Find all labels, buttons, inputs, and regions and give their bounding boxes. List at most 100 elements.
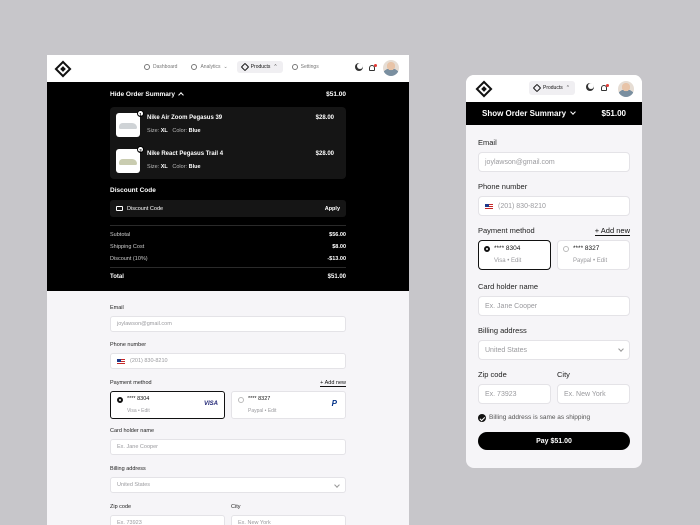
add-new-link[interactable]: + Add new [320,380,346,387]
top-nav: Dashboard Analytics ⌄ Products ⌃ Settings [47,55,409,82]
city-label: City [231,504,241,510]
billing-same-checkbox[interactable] [478,414,486,422]
zip-field[interactable]: Ex. 73923 [478,384,551,404]
order-summary-total: $51.00 [326,91,346,98]
card-number: **** 8304 [494,245,521,252]
avatar[interactable] [383,60,399,76]
chevron-down-icon [570,109,576,115]
paypal-logo-icon: P [331,399,337,408]
payment-label: Payment method [110,380,152,386]
card-sub: Visa • Edit [127,408,150,414]
radio-selected[interactable] [484,246,490,252]
chevron-up-icon: ⌃ [565,85,570,91]
logo-icon[interactable] [54,60,72,77]
card-sub: Visa • Edit [494,258,522,264]
nav-label: Analytics [200,64,221,70]
chevron-up-icon: ⌃ [273,64,278,70]
discount-placeholder: Discount Code [127,205,164,212]
billing-select[interactable]: United States [110,477,346,493]
pay-button[interactable]: Pay $51.00 [478,432,630,450]
add-new-link[interactable]: + Add new [594,226,630,236]
logo-icon[interactable] [475,80,493,98]
dashboard-icon [144,64,150,70]
payment-card-paypal[interactable]: **** 8327 Paypal • Edit [557,240,630,270]
card-holder-field[interactable]: Ex. Jane Cooper [110,439,346,455]
discount-code-input[interactable]: Discount Code Apply [110,200,346,217]
email-label: Email [110,305,124,311]
phone-field[interactable]: (201) 830-8210 [478,196,630,216]
cart-item: 2 Nike React Pegasus Trail 4 Size: XL Co… [116,146,340,175]
email-field[interactable]: joylawson@gmail.com [110,316,346,332]
holder-label: Card holder name [110,428,155,434]
order-summary-bar[interactable]: Show Order Summary $51.00 [466,102,642,125]
nav-item-products[interactable]: Products ⌃ [236,61,283,73]
billing-select[interactable]: United States [478,340,630,360]
radio-unselected[interactable] [563,246,569,252]
nav-item-products[interactable]: Products ⌃ [529,81,575,95]
card-number: **** 8327 [248,396,271,402]
radio-unselected[interactable] [238,397,244,403]
order-summary-toggle[interactable]: Show Order Summary [482,109,566,118]
phone-label: Phone number [478,182,528,191]
payment-card-visa[interactable]: **** 8304 Visa • Edit [478,240,551,270]
phone-field[interactable]: (201) 830-8210 [110,353,346,369]
billing-label: Billing address [110,466,146,472]
phone-label: Phone number [110,342,147,348]
product-name: Nike React Pegasus Trail 4 [147,151,224,157]
payment-card-paypal[interactable]: **** 8327 Paypal • Edit P [231,391,346,419]
chevron-down-icon: ⌄ [223,64,228,70]
cart-item: 1 Nike Air Zoom Pegasus 39 Size: XL Colo… [116,110,340,139]
email-label: Email [478,138,497,147]
product-name: Nike Air Zoom Pegasus 39 [147,115,223,121]
city-field[interactable]: Ex. New York [231,515,346,525]
desktop-checkout-frame: Dashboard Analytics ⌄ Products ⌃ Settings … [47,55,409,525]
chevron-down-icon [618,346,624,352]
divider [110,267,346,268]
summary-row: Shipping Cost $8.00 [110,244,346,250]
nav-item-analytics[interactable]: Analytics ⌄ [186,61,232,73]
nav-item-settings[interactable]: Settings [287,61,324,73]
card-holder-field[interactable]: Ex. Jane Cooper [478,296,630,316]
order-summary-header[interactable]: Hide Order Summary $51.00 [110,91,346,98]
moon-icon[interactable] [588,83,594,89]
order-summary-panel: Hide Order Summary $51.00 1 Nike Air Zoo… [47,82,409,291]
ticket-icon [116,205,123,211]
discount-title: Discount Code [110,187,156,194]
zip-field[interactable]: Ex. 73923 [110,515,225,525]
card-number: **** 8327 [573,245,600,252]
avatar[interactable] [618,81,634,97]
apply-button[interactable]: Apply [325,206,340,212]
billing-same-label: Billing address is same as shipping [489,414,591,421]
zip-label: Zip code [110,504,132,510]
city-field[interactable]: Ex. New York [557,384,630,404]
summary-row: Subtotal $56.00 [110,232,346,238]
product-meta: Size: XL Color: Blue [147,164,201,170]
chevron-up-icon [178,92,184,98]
radio-selected[interactable] [117,397,123,403]
summary-row: Discount (10%) -$13.00 [110,256,346,262]
product-image [116,149,140,173]
visa-logo-icon: VISA [203,401,218,407]
nav-item-dashboard[interactable]: Dashboard [139,61,182,73]
top-nav: Products ⌃ [466,75,642,102]
card-sub: Paypal • Edit [248,408,277,414]
payment-card-visa[interactable]: **** 8304 Visa • Edit VISA [110,391,225,419]
product-image [116,113,140,137]
us-flag-icon [117,358,125,364]
email-field[interactable]: joylawson@gmail.com [478,152,630,172]
bell-icon[interactable] [369,64,377,71]
bell-icon[interactable] [601,84,609,91]
nav-menu: Dashboard Analytics ⌄ Products ⌃ Settings [139,61,324,73]
analytics-icon [191,64,198,70]
product-price: $28.00 [315,115,334,121]
order-summary-toggle[interactable]: Hide Order Summary [110,91,175,98]
nav-label: Dashboard [153,64,178,70]
nav-label: Settings [300,64,319,70]
total-row: Total $51.00 [110,274,346,280]
us-flag-icon [485,203,493,209]
cart-items: 1 Nike Air Zoom Pegasus 39 Size: XL Colo… [110,107,346,179]
moon-icon[interactable] [357,63,363,69]
nav-actions [355,60,399,76]
zip-label: Zip code [478,370,507,379]
nav-label: Products [250,64,271,70]
